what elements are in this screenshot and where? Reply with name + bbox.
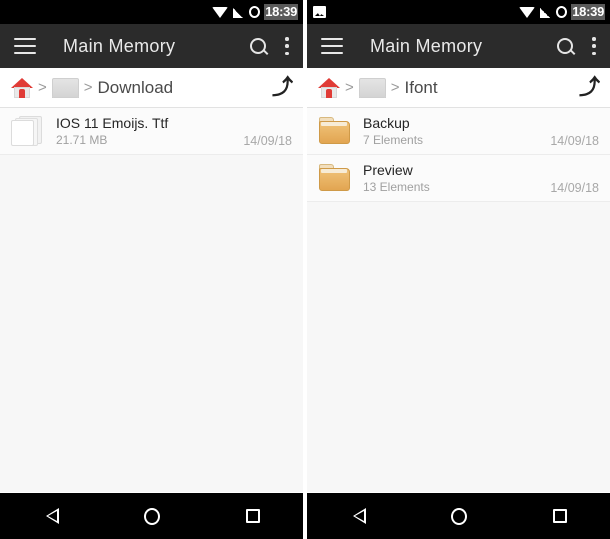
list-item[interactable]: Preview 13 Elements 14/09/18 bbox=[307, 155, 610, 202]
list-item-name: Preview bbox=[363, 162, 413, 178]
list-item-date: 14/09/18 bbox=[550, 134, 599, 148]
list-item-size: 21.71 MB bbox=[56, 133, 108, 147]
list-item-date: 14/09/18 bbox=[550, 181, 599, 195]
android-navigation-bar bbox=[0, 492, 303, 539]
battery-icon bbox=[249, 6, 261, 18]
hamburger-menu-icon[interactable] bbox=[321, 38, 343, 54]
nav-recents-button[interactable] bbox=[228, 499, 278, 533]
breadcrumb: > > Download ⤴ bbox=[0, 68, 303, 108]
app-bar: Main Memory bbox=[0, 24, 303, 68]
image-notification-icon bbox=[313, 6, 326, 18]
cellular-signal-icon bbox=[232, 6, 246, 18]
home-circle-icon bbox=[450, 507, 467, 525]
breadcrumb-path: > > Ifont bbox=[318, 77, 579, 98]
search-icon[interactable] bbox=[250, 37, 267, 55]
breadcrumb: > > Ifont ⤴ bbox=[307, 68, 610, 108]
back-triangle-icon bbox=[44, 507, 59, 525]
status-bar-system-icons: 18:39 bbox=[212, 4, 298, 20]
overflow-menu-icon[interactable] bbox=[285, 37, 289, 55]
home-icon[interactable] bbox=[11, 77, 33, 98]
dual-screenshot-container: 18:39 Main Memory > > Download ⤴ IOS 11 … bbox=[0, 0, 610, 539]
list-item-element-count: 13 Elements bbox=[363, 180, 430, 194]
breadcrumb-separator: > bbox=[38, 79, 47, 96]
list-item-element-count: 7 Elements bbox=[363, 133, 424, 147]
wifi-icon bbox=[212, 6, 229, 18]
app-bar-actions bbox=[557, 37, 596, 55]
app-bar: Main Memory bbox=[307, 24, 610, 68]
breadcrumb-separator: > bbox=[390, 79, 400, 96]
android-navigation-bar bbox=[307, 492, 610, 539]
status-bar-clock: 18:39 bbox=[264, 4, 298, 20]
recents-square-icon bbox=[552, 509, 567, 523]
nav-home-button[interactable] bbox=[434, 499, 484, 533]
recents-square-icon bbox=[245, 509, 260, 523]
go-up-icon[interactable]: ⤴ bbox=[272, 76, 293, 99]
status-bar-clock: 18:39 bbox=[571, 4, 605, 20]
page-title: Main Memory bbox=[370, 35, 483, 56]
app-bar-actions bbox=[250, 37, 289, 55]
status-bar: 18:39 bbox=[307, 0, 610, 24]
battery-icon bbox=[556, 6, 568, 18]
internal-storage-icon[interactable] bbox=[358, 77, 386, 98]
folder-icon bbox=[317, 114, 353, 148]
hamburger-menu-icon[interactable] bbox=[14, 38, 36, 54]
list-item-text: Preview 13 Elements bbox=[363, 162, 550, 194]
list-item-text: Backup 7 Elements bbox=[363, 115, 550, 147]
status-bar-notifications bbox=[313, 6, 519, 18]
nav-recents-button[interactable] bbox=[535, 499, 585, 533]
breadcrumb-separator: > bbox=[345, 79, 354, 96]
list-item[interactable]: IOS 11 Emoijs. Ttf 21.71 MB 14/09/18 bbox=[0, 108, 303, 155]
file-list: Backup 7 Elements 14/09/18 Preview 13 El… bbox=[307, 108, 610, 492]
back-triangle-icon bbox=[351, 507, 366, 525]
wifi-icon bbox=[519, 6, 536, 18]
phone-screenshot-right: 18:39 Main Memory > > Ifont ⤴ Backup 7 E… bbox=[307, 0, 610, 539]
list-item-text: IOS 11 Emoijs. Ttf 21.71 MB bbox=[56, 115, 243, 147]
file-list: IOS 11 Emoijs. Ttf 21.71 MB 14/09/18 bbox=[0, 108, 303, 492]
home-circle-icon bbox=[143, 507, 160, 525]
status-bar-system-icons: 18:39 bbox=[519, 4, 605, 20]
page-title: Main Memory bbox=[63, 35, 176, 56]
go-up-icon[interactable]: ⤴ bbox=[579, 76, 600, 99]
breadcrumb-current-folder[interactable]: Ifont bbox=[405, 78, 438, 98]
home-icon[interactable] bbox=[318, 77, 340, 98]
internal-storage-icon[interactable] bbox=[51, 77, 79, 98]
breadcrumb-current-folder[interactable]: Download bbox=[98, 78, 174, 98]
list-item[interactable]: Backup 7 Elements 14/09/18 bbox=[307, 108, 610, 155]
list-item-name: Backup bbox=[363, 115, 410, 131]
cellular-signal-icon bbox=[539, 6, 553, 18]
list-item-date: 14/09/18 bbox=[243, 134, 292, 148]
list-item-name: IOS 11 Emoijs. Ttf bbox=[56, 115, 169, 131]
nav-back-button[interactable] bbox=[26, 499, 76, 533]
nav-back-button[interactable] bbox=[333, 499, 383, 533]
breadcrumb-path: > > Download bbox=[11, 77, 272, 98]
breadcrumb-separator: > bbox=[83, 79, 93, 96]
status-bar: 18:39 bbox=[0, 0, 303, 24]
search-icon[interactable] bbox=[557, 37, 574, 55]
phone-screenshot-left: 18:39 Main Memory > > Download ⤴ IOS 11 … bbox=[0, 0, 303, 539]
folder-icon bbox=[317, 161, 353, 195]
file-icon bbox=[10, 114, 46, 148]
overflow-menu-icon[interactable] bbox=[592, 37, 596, 55]
nav-home-button[interactable] bbox=[127, 499, 177, 533]
